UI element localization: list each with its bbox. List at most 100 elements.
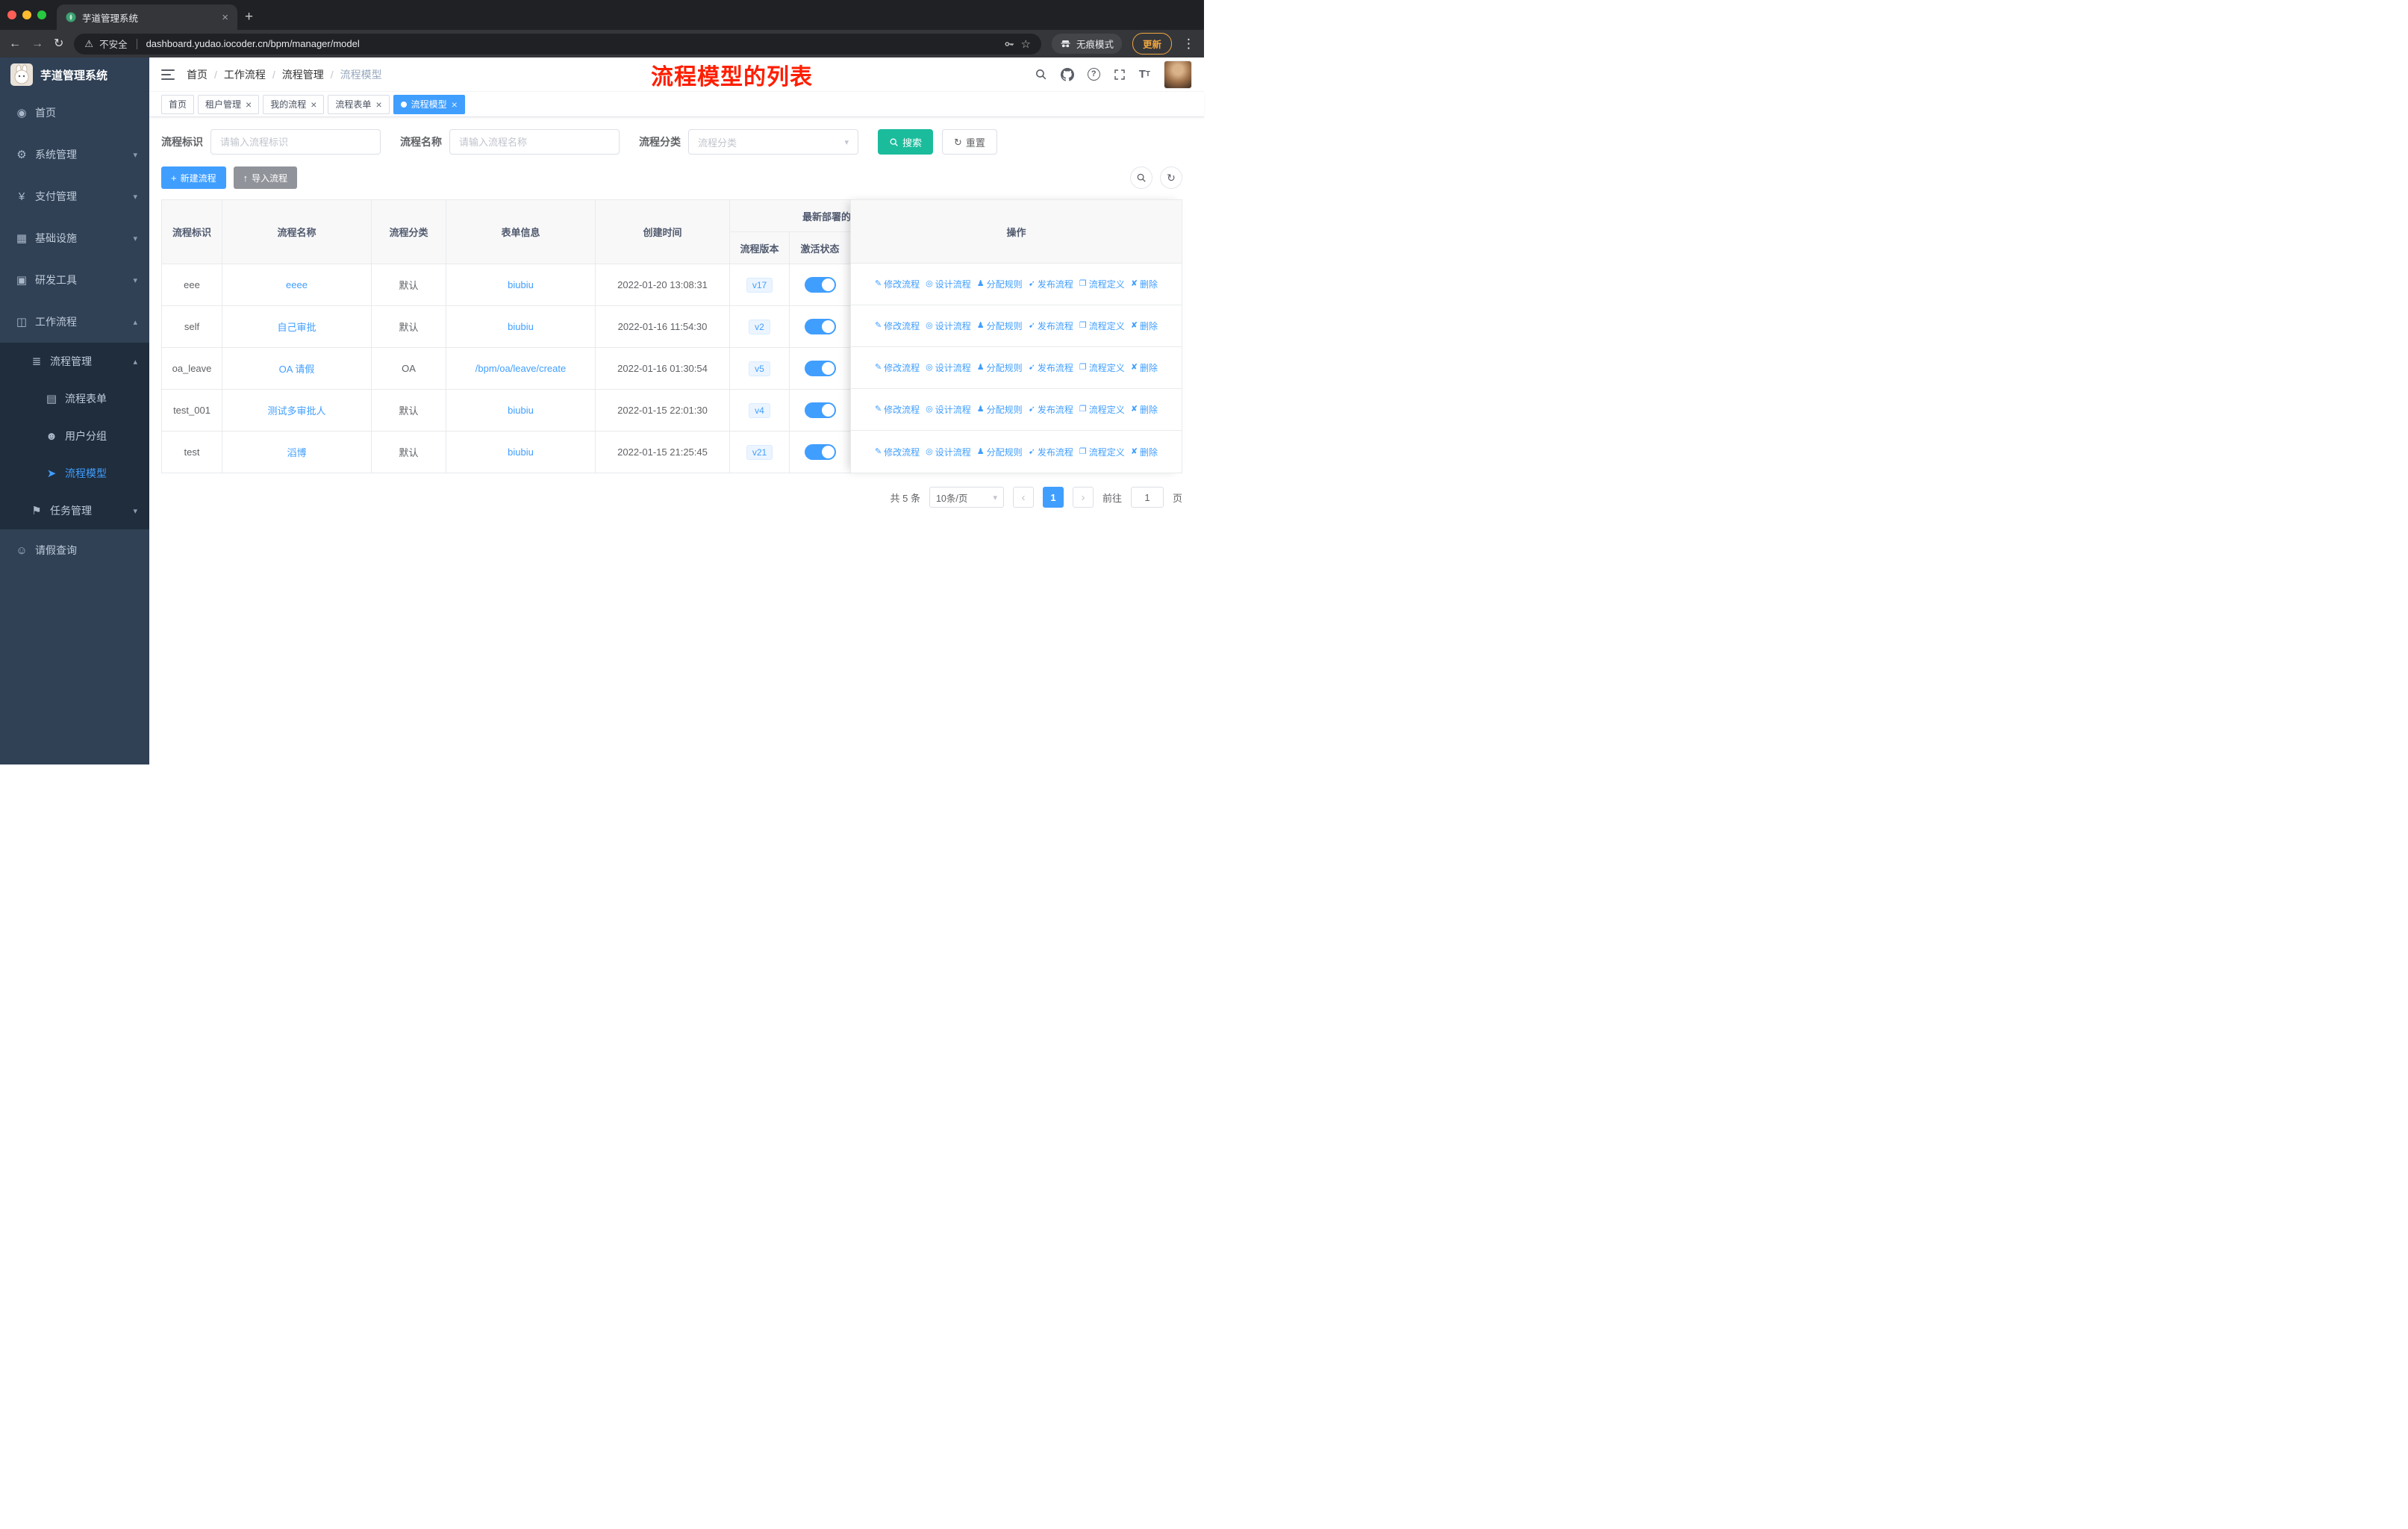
search-icon[interactable] — [1035, 68, 1047, 81]
zoom-window-button[interactable] — [37, 10, 46, 19]
current-page[interactable]: 1 — [1042, 487, 1064, 508]
action-publish-flow[interactable]: ➹ 发布流程 — [1029, 320, 1073, 332]
cell-form-link[interactable]: /bpm/oa/leave/create — [446, 348, 596, 390]
font-size-icon[interactable]: TT — [1139, 69, 1150, 80]
cell-form-link[interactable]: biubiu — [446, 264, 596, 306]
tag-flow-model[interactable]: 流程模型 × — [393, 94, 465, 114]
reset-button[interactable]: ↻ 重置 — [942, 129, 997, 155]
tag-tenant-manage[interactable]: 租户管理 × — [198, 94, 260, 114]
active-toggle[interactable] — [804, 402, 836, 418]
close-icon[interactable]: × — [222, 11, 228, 24]
action-assign-rule[interactable]: ♟ 分配规则 — [977, 278, 1023, 290]
action-assign-rule[interactable]: ♟ 分配规则 — [977, 403, 1023, 416]
action-design-flow[interactable]: ◎ 设计流程 — [926, 403, 971, 416]
goto-page-input[interactable] — [1130, 487, 1164, 508]
back-icon[interactable]: ← — [9, 37, 21, 50]
search-button[interactable]: 搜索 — [878, 129, 934, 155]
action-design-flow[interactable]: ◎ 设计流程 — [926, 361, 971, 374]
browser-tab[interactable]: 芋道管理系统 × — [57, 4, 237, 30]
action-update-flow[interactable]: ✎ 修改流程 — [875, 278, 920, 290]
refresh-table-button[interactable]: ↻ — [1160, 166, 1182, 189]
help-icon[interactable]: ? — [1087, 68, 1100, 81]
action-publish-flow[interactable]: ➹ 发布流程 — [1029, 361, 1073, 374]
sidebar-item-payment-manage[interactable]: ¥ 支付管理 ▾ — [0, 175, 149, 217]
sidebar-item-infrastructure[interactable]: ▦ 基础设施 ▾ — [0, 217, 149, 259]
action-design-flow[interactable]: ◎ 设计流程 — [926, 278, 971, 290]
action-flow-definition[interactable]: ❐ 流程定义 — [1079, 403, 1125, 416]
action-delete-flow[interactable]: ✘ 删除 — [1131, 278, 1158, 290]
sidebar-item-task-manage[interactable]: ⚑ 任务管理 ▾ — [0, 492, 149, 529]
active-toggle[interactable] — [804, 444, 836, 460]
import-flow-button[interactable]: ↑ 导入流程 — [233, 166, 298, 189]
collapse-sidebar-icon[interactable] — [161, 69, 175, 80]
close-window-button[interactable] — [7, 10, 16, 19]
action-assign-rule[interactable]: ♟ 分配规则 — [977, 361, 1023, 374]
action-delete-flow[interactable]: ✘ 删除 — [1131, 320, 1158, 332]
tag-my-flow[interactable]: 我的流程 × — [263, 94, 325, 114]
action-delete-flow[interactable]: ✘ 删除 — [1131, 403, 1158, 416]
close-icon[interactable]: × — [246, 99, 252, 110]
address-bar[interactable]: ⚠ 不安全 dashboard.yudao.iocoder.cn/bpm/man… — [74, 33, 1041, 55]
tag-flow-form[interactable]: 流程表单 × — [328, 94, 390, 114]
sidebar-item-home[interactable]: ◉ 首页 — [0, 92, 149, 134]
prev-page-button[interactable]: ‹ — [1012, 487, 1034, 508]
action-design-flow[interactable]: ◎ 设计流程 — [926, 320, 971, 332]
action-assign-rule[interactable]: ♟ 分配规则 — [977, 446, 1023, 458]
tag-home[interactable]: 首页 — [161, 94, 195, 114]
close-icon[interactable]: × — [375, 99, 381, 110]
sidebar-item-system-manage[interactable]: ⚙ 系统管理 ▾ — [0, 134, 149, 175]
reload-icon[interactable]: ↻ — [54, 37, 63, 50]
action-flow-definition[interactable]: ❐ 流程定义 — [1079, 446, 1125, 458]
sidebar-item-devtools[interactable]: ▣ 研发工具 ▾ — [0, 259, 149, 301]
active-toggle[interactable] — [804, 361, 836, 376]
action-publish-flow[interactable]: ➹ 发布流程 — [1029, 446, 1073, 458]
flow-name-input[interactable] — [449, 129, 620, 155]
cell-flow-name-link[interactable]: OA 请假 — [222, 348, 372, 390]
action-update-flow[interactable]: ✎ 修改流程 — [875, 403, 920, 416]
new-tab-button[interactable]: + — [245, 9, 253, 25]
minimize-window-button[interactable] — [22, 10, 31, 19]
breadcrumb-item[interactable]: 工作流程 — [224, 67, 266, 82]
cell-form-link[interactable]: biubiu — [446, 306, 596, 348]
cell-flow-name-link[interactable]: 测试多审批人 — [222, 390, 372, 432]
action-flow-definition[interactable]: ❐ 流程定义 — [1079, 361, 1125, 374]
breadcrumb-item[interactable]: 流程管理 — [282, 67, 324, 82]
close-icon[interactable]: × — [311, 99, 316, 110]
user-avatar[interactable] — [1164, 60, 1192, 89]
next-page-button[interactable]: › — [1072, 487, 1094, 508]
sidebar-item-workflow[interactable]: ◫ 工作流程 ▴ — [0, 301, 149, 343]
menu-dots-icon[interactable]: ⋮ — [1182, 37, 1195, 52]
action-delete-flow[interactable]: ✘ 删除 — [1131, 446, 1158, 458]
cell-form-link[interactable]: biubiu — [446, 432, 596, 473]
action-publish-flow[interactable]: ➹ 发布流程 — [1029, 278, 1073, 290]
close-icon[interactable]: × — [452, 99, 458, 110]
cell-flow-name-link[interactable]: 滔博 — [222, 432, 372, 473]
action-assign-rule[interactable]: ♟ 分配规则 — [977, 320, 1023, 332]
action-publish-flow[interactable]: ➹ 发布流程 — [1029, 403, 1073, 416]
action-flow-definition[interactable]: ❐ 流程定义 — [1079, 320, 1125, 332]
breadcrumb-item[interactable]: 首页 — [187, 67, 208, 82]
page-size-select[interactable]: 10条/页 ▾ — [929, 487, 1004, 508]
action-design-flow[interactable]: ◎ 设计流程 — [926, 446, 971, 458]
sidebar-item-flow-manage[interactable]: ≣ 流程管理 ▴ — [0, 343, 149, 380]
update-button[interactable]: 更新 — [1132, 33, 1172, 55]
cell-form-link[interactable]: biubiu — [446, 390, 596, 432]
sidebar-item-flow-model[interactable]: ➤ 流程模型 — [0, 455, 149, 492]
action-update-flow[interactable]: ✎ 修改流程 — [875, 320, 920, 332]
flow-key-input[interactable] — [210, 129, 381, 155]
cell-flow-name-link[interactable]: 自己审批 — [222, 306, 372, 348]
action-delete-flow[interactable]: ✘ 删除 — [1131, 361, 1158, 374]
create-flow-button[interactable]: + 新建流程 — [161, 166, 226, 189]
fullscreen-icon[interactable] — [1114, 69, 1126, 81]
bookmark-star-icon[interactable]: ☆ — [1021, 37, 1031, 51]
action-flow-definition[interactable]: ❐ 流程定义 — [1079, 278, 1125, 290]
action-update-flow[interactable]: ✎ 修改流程 — [875, 361, 920, 374]
active-toggle[interactable] — [804, 277, 836, 293]
logo-row[interactable]: 芋道管理系统 — [0, 57, 149, 92]
category-select[interactable]: 流程分类 ▾ — [688, 129, 858, 155]
key-icon[interactable] — [1003, 38, 1015, 50]
show-search-button[interactable] — [1130, 166, 1152, 189]
forward-icon[interactable]: → — [31, 37, 43, 50]
active-toggle[interactable] — [804, 319, 836, 334]
sidebar-item-leave-query[interactable]: ☺ 请假查询 — [0, 529, 149, 571]
